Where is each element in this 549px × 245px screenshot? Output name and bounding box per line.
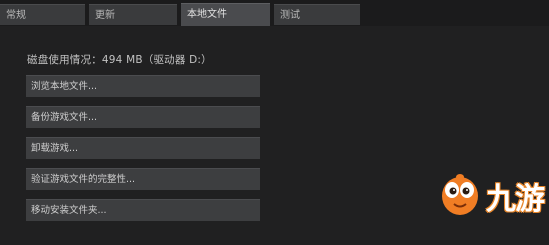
tab-betas[interactable]: 测试 [274, 4, 360, 25]
tab-local-files[interactable]: 本地文件 [181, 3, 270, 26]
jiuyou-logo-text: 九游 [486, 182, 545, 217]
backup-game-files-button[interactable]: 备份游戏文件... [26, 106, 260, 128]
tab-updates[interactable]: 更新 [89, 4, 177, 25]
jiuyou-watermark: 九游 [436, 168, 548, 218]
uninstall-game-button[interactable]: 卸载游戏... [26, 137, 260, 159]
browse-local-files-button[interactable]: 浏览本地文件... [26, 75, 260, 97]
tab-general[interactable]: 常规 [0, 4, 85, 25]
move-install-folder-button[interactable]: 移动安装文件夹... [26, 199, 260, 221]
tab-bar: 常规 更新 本地文件 测试 [0, 0, 549, 26]
jiuyou-mascot-icon [442, 174, 478, 215]
disk-usage-text: 磁盘使用情况：494 MB（驱动器 D:） [27, 54, 212, 66]
verify-integrity-button[interactable]: 验证游戏文件的完整性... [26, 168, 260, 190]
